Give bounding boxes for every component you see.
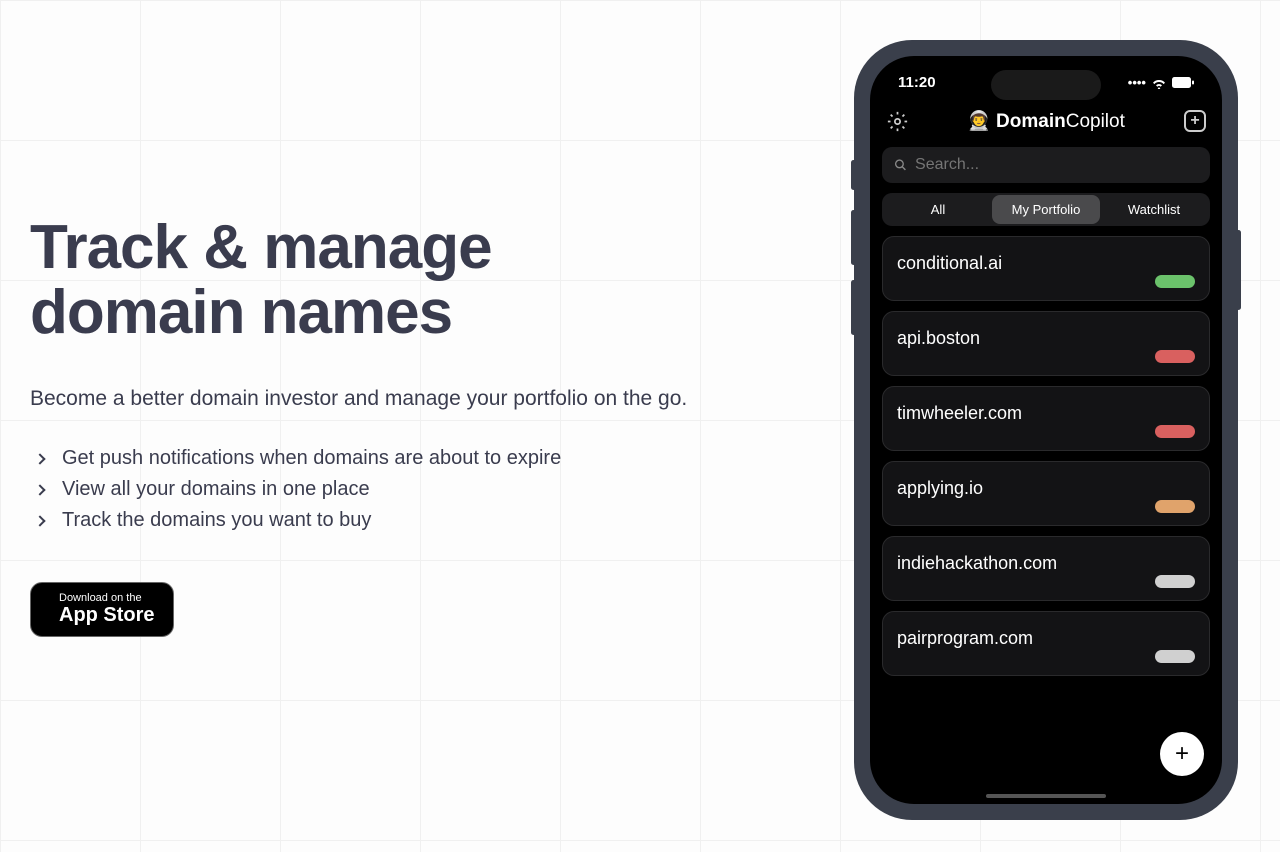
feature-text: Get push notifications when domains are … — [62, 447, 561, 470]
feature-item: Get push notifications when domains are … — [30, 447, 720, 470]
domain-card[interactable]: api.boston — [882, 311, 1210, 376]
home-indicator — [986, 794, 1106, 798]
app-title-light: Copilot — [1066, 111, 1125, 132]
search-icon — [894, 158, 907, 172]
chevron-right-icon — [34, 515, 45, 526]
search-input[interactable] — [915, 156, 1198, 174]
dynamic-island — [991, 70, 1101, 100]
status-pill — [1155, 425, 1195, 438]
chevron-right-icon — [34, 453, 45, 464]
domain-name: indiehackathon.com — [897, 553, 1195, 574]
feature-text: Track the domains you want to buy — [62, 509, 371, 532]
add-button[interactable]: + — [1184, 110, 1206, 132]
feature-item: Track the domains you want to buy — [30, 509, 720, 532]
phone-side-button — [1236, 230, 1241, 310]
subheadline: Become a better domain investor and mana… — [30, 387, 720, 411]
status-time: 11:20 — [898, 74, 936, 91]
appstore-download-button[interactable]: Download on the App Store — [30, 582, 174, 637]
chevron-right-icon — [34, 484, 45, 495]
domain-card[interactable]: conditional.ai — [882, 236, 1210, 301]
domain-name: api.boston — [897, 328, 1195, 349]
status-pill — [1155, 350, 1195, 363]
status-pill — [1155, 575, 1195, 588]
domain-name: conditional.ai — [897, 253, 1195, 274]
headline-line1: Track & manage — [30, 213, 492, 282]
phone-side-button — [851, 160, 856, 190]
app-title-bold: Domain — [996, 111, 1066, 132]
app-title: 👨‍🚀 DomainCopilot — [967, 109, 1125, 133]
feature-item: View all your domains in one place — [30, 478, 720, 501]
domain-card[interactable]: timwheeler.com — [882, 386, 1210, 451]
domain-list: conditional.ai api.boston timwheeler.com… — [870, 236, 1222, 676]
phone-mockup: 11:20 •••• 👨‍🚀 DomainCopilot + — [854, 40, 1238, 820]
tab-all[interactable]: All — [884, 195, 992, 224]
fab-add-button[interactable]: + — [1160, 732, 1204, 776]
page-headline: Track & manage domain names — [30, 215, 720, 345]
search-bar[interactable] — [882, 147, 1210, 183]
signal-icon: •••• — [1128, 75, 1146, 90]
status-pill — [1155, 275, 1195, 288]
domain-card[interactable]: applying.io — [882, 461, 1210, 526]
phone-side-button — [851, 210, 856, 265]
domain-name: pairprogram.com — [897, 628, 1195, 649]
hero-content: Track & manage domain names Become a bet… — [0, 215, 720, 637]
battery-icon — [1172, 77, 1194, 88]
feature-list: Get push notifications when domains are … — [30, 447, 720, 532]
appstore-big-text: App Store — [59, 604, 155, 626]
app-logo-icon: 👨‍🚀 — [967, 111, 996, 132]
appstore-small-text: Download on the — [59, 593, 155, 604]
phone-side-button — [851, 280, 856, 335]
status-pill — [1155, 650, 1195, 663]
domain-name: applying.io — [897, 478, 1195, 499]
domain-name: timwheeler.com — [897, 403, 1195, 424]
status-pill — [1155, 500, 1195, 513]
tab-my-portfolio[interactable]: My Portfolio — [992, 195, 1100, 224]
segmented-control: All My Portfolio Watchlist — [882, 193, 1210, 226]
wifi-icon — [1151, 77, 1167, 89]
gear-icon[interactable] — [886, 110, 908, 132]
headline-line2: domain names — [30, 278, 452, 347]
tab-watchlist[interactable]: Watchlist — [1100, 195, 1208, 224]
domain-card[interactable]: pairprogram.com — [882, 611, 1210, 676]
status-icons: •••• — [1128, 74, 1194, 91]
domain-card[interactable]: indiehackathon.com — [882, 536, 1210, 601]
feature-text: View all your domains in one place — [62, 478, 370, 501]
